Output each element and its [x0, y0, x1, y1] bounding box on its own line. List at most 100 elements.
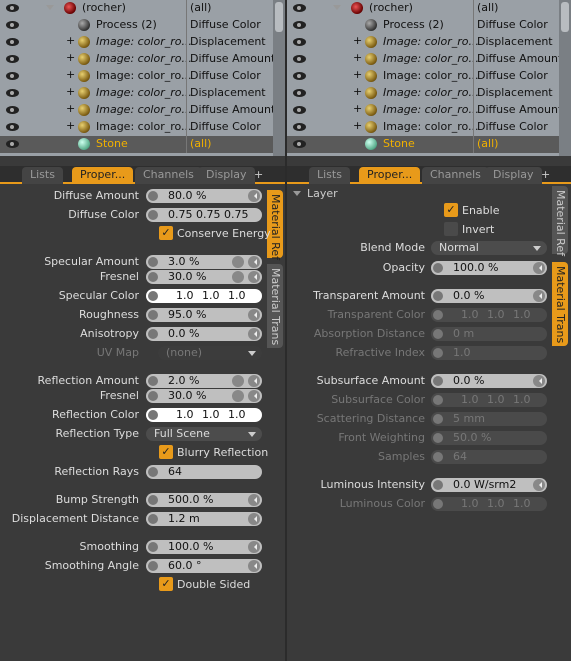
expand-plus-icon[interactable]: + [66, 119, 75, 132]
visibility-eye-icon[interactable] [6, 70, 20, 82]
tree-row[interactable]: + Image: color_ro... Diffuse Amount [287, 102, 571, 119]
bump-strength-field[interactable]: 500.0 % [146, 493, 262, 507]
blend-mode-dropdown[interactable]: Normal [431, 241, 547, 255]
visibility-eye-icon[interactable] [6, 36, 20, 48]
expand-arrow-icon[interactable] [333, 5, 341, 10]
expand-arrow-icon[interactable] [46, 5, 54, 10]
specular-amount-field[interactable]: 3.0 % [146, 255, 262, 269]
subsurface-color-field[interactable]: 1.0 1.0 1.0 [431, 393, 547, 407]
anisotropy-field[interactable]: 0.0 % [146, 327, 262, 341]
transparent-color-field[interactable]: 1.0 1.0 1.0 [431, 308, 547, 322]
specular-color-field[interactable]: 1.0 1.0 1.0 [146, 289, 262, 303]
tree-row[interactable]: + Image: color_ro... Diffuse Color [287, 119, 571, 136]
tree-row[interactable]: + Image: color_ro... Displacement [0, 34, 285, 51]
tree-row[interactable]: + Image: color_ro... Diffuse Amount [287, 51, 571, 68]
tree-row[interactable]: + Image: color_ro... Displacement [287, 34, 571, 51]
expand-plus-icon[interactable]: + [66, 34, 75, 47]
scattering-distance-field[interactable]: 5 mm [431, 412, 547, 426]
visibility-eye-icon[interactable] [293, 2, 307, 14]
blurry-reflection-checkbox[interactable]: ✓ [159, 445, 173, 459]
expand-plus-icon[interactable]: + [66, 102, 75, 115]
tab-display[interactable]: Display [198, 167, 255, 184]
diffuse-amount-field[interactable]: 80.0 % [146, 189, 262, 203]
luminous-color-field[interactable]: 1.0 1.0 1.0 [431, 497, 547, 511]
vtab-material-trans[interactable]: Material Trans [552, 262, 568, 346]
invert-checkbox[interactable] [444, 222, 458, 236]
expand-plus-icon[interactable]: + [353, 102, 362, 115]
reflection-amount-field[interactable]: 2.0 % [146, 374, 262, 388]
visibility-eye-icon[interactable] [293, 87, 307, 99]
visibility-eye-icon[interactable] [293, 36, 307, 48]
tree-row[interactable]: + Image: color_ro... Diffuse Color [0, 119, 285, 136]
visibility-eye-icon[interactable] [293, 70, 307, 82]
tree-row[interactable]: + Image: color_ro... Diffuse Color [0, 68, 285, 85]
add-tab-button[interactable]: + [250, 167, 267, 184]
visibility-eye-icon[interactable] [293, 121, 307, 133]
expand-plus-icon[interactable]: + [353, 51, 362, 64]
luminous-intensity-field[interactable]: 0.0 W/srm2 [431, 478, 547, 492]
tab-properties[interactable]: Proper... [72, 167, 134, 184]
samples-field[interactable]: 64 [431, 450, 547, 464]
vtab-material-trans[interactable]: Material Trans [267, 264, 283, 348]
tree-row[interactable]: (rocher) (all) [0, 0, 285, 17]
visibility-eye-icon[interactable] [6, 87, 20, 99]
tree-scrollbar[interactable] [559, 0, 571, 156]
visibility-eye-icon[interactable] [6, 138, 20, 150]
tree-row[interactable]: Process (2) Diffuse Color [287, 17, 571, 34]
uv-map-dropdown[interactable]: (none) [158, 346, 262, 360]
tab-display[interactable]: Display [485, 167, 542, 184]
expand-plus-icon[interactable]: + [353, 68, 362, 81]
fresnel-field[interactable]: 30.0 % [146, 270, 262, 284]
double-sided-checkbox[interactable]: ✓ [159, 577, 173, 591]
absorption-distance-field[interactable]: 0 m [431, 327, 547, 341]
vtab-material-ref[interactable]: Material Ref [267, 190, 283, 260]
tree-scrollbar[interactable] [273, 0, 285, 156]
expand-plus-icon[interactable]: + [66, 68, 75, 81]
conserve-energy-checkbox[interactable]: ✓ [159, 226, 173, 240]
tab-properties[interactable]: Proper... [359, 167, 421, 184]
visibility-eye-icon[interactable] [6, 19, 20, 31]
tree-row[interactable]: (rocher) (all) [287, 0, 571, 17]
add-tab-button[interactable]: + [537, 167, 554, 184]
front-weighting-field[interactable]: 50.0 % [431, 431, 547, 445]
enable-checkbox[interactable]: ✓ [444, 203, 458, 217]
visibility-eye-icon[interactable] [6, 104, 20, 116]
tree-row[interactable]: + Image: color_ro... Diffuse Color [287, 68, 571, 85]
tree-row[interactable]: Process (2) Diffuse Color [0, 17, 285, 34]
expand-plus-icon[interactable]: + [353, 85, 362, 98]
tree-row[interactable]: + Image: color_ro... Diffuse Amount [0, 102, 285, 119]
visibility-eye-icon[interactable] [6, 121, 20, 133]
visibility-eye-icon[interactable] [293, 104, 307, 116]
diffuse-color-field[interactable]: 0.75 0.75 0.75 [146, 208, 262, 222]
transparent-amount-field[interactable]: 0.0 % [431, 289, 547, 303]
collapse-arrow-icon[interactable] [293, 191, 301, 196]
subsurface-amount-field[interactable]: 0.0 % [431, 374, 547, 388]
expand-plus-icon[interactable]: + [66, 51, 75, 64]
visibility-eye-icon[interactable] [293, 53, 307, 65]
tab-channels[interactable]: Channels [422, 167, 489, 184]
reflection-rays-field[interactable]: 64 [146, 465, 262, 479]
tab-lists[interactable]: Lists [22, 167, 63, 184]
tree-row-selected[interactable]: Stone (all) [0, 136, 285, 153]
visibility-eye-icon[interactable] [293, 138, 307, 150]
visibility-eye-icon[interactable] [6, 53, 20, 65]
displacement-distance-field[interactable]: 1.2 m [146, 512, 262, 526]
vtab-material-ref[interactable]: Material Ref [552, 186, 568, 256]
tab-channels[interactable]: Channels [135, 167, 202, 184]
expand-plus-icon[interactable]: + [66, 85, 75, 98]
tab-lists[interactable]: Lists [309, 167, 350, 184]
smoothing-field[interactable]: 100.0 % [146, 540, 262, 554]
smoothing-angle-field[interactable]: 60.0 ° [146, 559, 262, 573]
reflection-color-field[interactable]: 1.0 1.0 1.0 [146, 408, 262, 422]
expand-plus-icon[interactable]: + [353, 34, 362, 47]
opacity-field[interactable]: 100.0 % [431, 261, 547, 275]
visibility-eye-icon[interactable] [293, 19, 307, 31]
roughness-field[interactable]: 95.0 % [146, 308, 262, 322]
refractive-index-field[interactable]: 1.0 [431, 346, 547, 360]
expand-plus-icon[interactable]: + [353, 119, 362, 132]
fresnel-field[interactable]: 30.0 % [146, 389, 262, 403]
tree-row[interactable]: + Image: color_ro... Displacement [0, 85, 285, 102]
visibility-eye-icon[interactable] [6, 2, 20, 14]
tree-row-selected[interactable]: Stone (all) [287, 136, 571, 153]
tree-row[interactable]: + Image: color_ro... Displacement [287, 85, 571, 102]
